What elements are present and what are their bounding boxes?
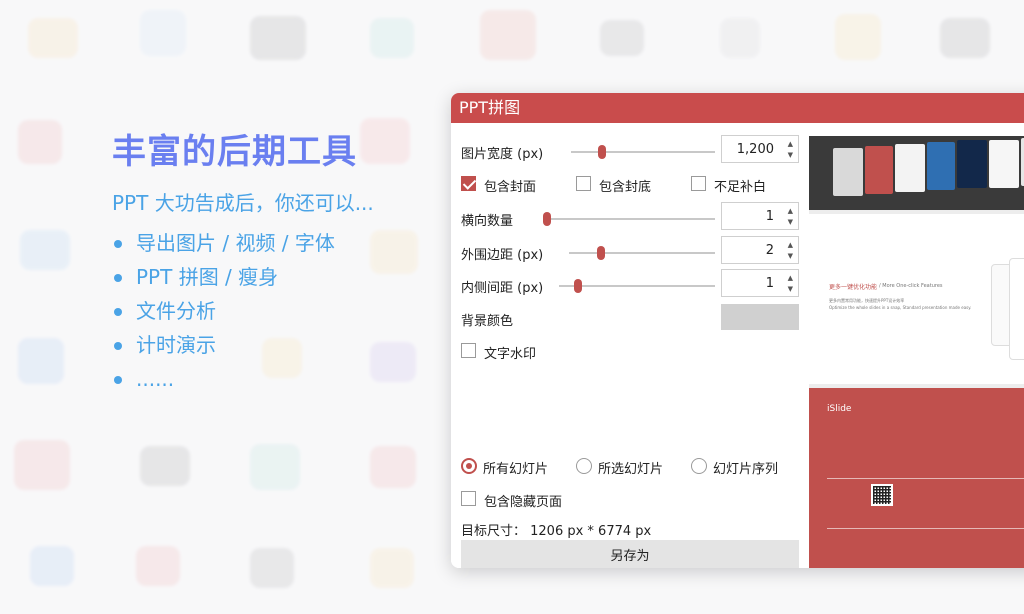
preview-content-slide: 更多一键优化功能 / More One-click Features 更多内置常… (809, 214, 1024, 384)
spin-down-icon[interactable]: ▼ (788, 218, 793, 226)
include-hidden-checkbox[interactable] (461, 491, 476, 506)
preview-heading-en: / More One-click Features (879, 283, 943, 289)
target-size-text: 目标尺寸： 1206 px * 6774 px (461, 524, 652, 539)
promo-item: 导出图片 / 视频 / 字体 (112, 226, 374, 260)
promo-subtitle: PPT 大功告成后，你还可以... (112, 191, 374, 215)
horizontal-count-row: 横向数量 1 ▲ ▼ (461, 202, 801, 232)
promo-item: ...... (112, 362, 374, 396)
qr-code-icon (871, 484, 893, 506)
pad-blank-label: 不足补白 (714, 180, 767, 195)
outer-margin-row: 外围边距 (px) 2 ▲ ▼ (461, 236, 801, 266)
promo-item: PPT 拼图 / 瘦身 (112, 260, 374, 294)
text-watermark-label: 文字水印 (484, 347, 537, 362)
image-width-value: 1,200 (736, 142, 774, 157)
inner-spacing-value: 1 (765, 276, 774, 291)
outer-margin-value: 2 (765, 243, 774, 258)
image-width-label: 图片宽度 (px) (461, 147, 544, 162)
save-as-button[interactable]: 另存为 (461, 540, 799, 568)
inner-spacing-spinbox[interactable]: 1 ▲ ▼ (721, 269, 799, 297)
slider-thumb[interactable] (597, 246, 605, 260)
pad-blank-checkbox[interactable] (691, 176, 706, 191)
preview-body-cn: 更多内置常用功能，快速提升PPT设计效率 (829, 298, 905, 303)
text-watermark-checkbox[interactable] (461, 343, 476, 358)
slider-thumb[interactable] (574, 279, 582, 293)
selected-slides-label: 所选幻灯片 (598, 462, 664, 477)
outer-margin-label: 外围边距 (px) (461, 248, 544, 263)
inner-spacing-row: 内侧间距 (px) 1 ▲ ▼ (461, 269, 801, 299)
spin-down-icon[interactable]: ▼ (788, 252, 793, 260)
puzzle-preview: 更多一键优化功能 / More One-click Features 更多内置常… (809, 136, 1024, 568)
all-slides-label: 所有幻灯片 (483, 462, 549, 477)
image-width-spinbox[interactable]: 1,200 ▲ ▼ (721, 135, 799, 163)
horizontal-count-label: 横向数量 (461, 214, 514, 229)
promo-item: 文件分析 (112, 294, 374, 328)
selected-slides-radio[interactable] (576, 458, 592, 474)
preview-cover-slide (809, 136, 1024, 210)
horizontal-count-spinbox[interactable]: 1 ▲ ▼ (721, 202, 799, 230)
spin-down-icon[interactable]: ▼ (788, 285, 793, 293)
window-title: PPT拼图 (451, 93, 1024, 123)
slider-thumb[interactable] (598, 145, 606, 159)
outer-margin-spinbox[interactable]: 2 ▲ ▼ (721, 236, 799, 264)
spin-up-icon[interactable]: ▲ (788, 274, 793, 282)
watermark-row: 文字水印 (461, 340, 801, 366)
slide-sequence-label: 幻灯片序列 (713, 462, 779, 477)
target-size-row: 目标尺寸： 1206 px * 6774 px (461, 516, 801, 542)
cover-options-row: 包含封面 包含封底 不足补白 (461, 173, 801, 199)
slide-scope-row: 所有幻灯片 所选幻灯片 幻灯片序列 (461, 455, 801, 481)
include-cover-checkbox[interactable] (461, 176, 476, 191)
spin-down-icon[interactable]: ▼ (788, 151, 793, 159)
preview-heading: 更多一键优化功能 (829, 284, 878, 291)
background-color-row: 背景颜色 (461, 304, 801, 332)
inner-spacing-label: 内侧间距 (px) (461, 281, 544, 296)
promo-title: 丰富的后期工具 (112, 132, 357, 172)
ppt-puzzle-window: PPT拼图 图片宽度 (px) 1,200 ▲ ▼ 包含封面 包含封底 不足补白… (451, 93, 1024, 568)
slide-sequence-radio[interactable] (691, 458, 707, 474)
include-back-label: 包含封底 (599, 180, 652, 195)
include-back-checkbox[interactable] (576, 176, 591, 191)
image-width-row: 图片宽度 (px) 1,200 ▲ ▼ (461, 135, 801, 165)
spin-up-icon[interactable]: ▲ (788, 241, 793, 249)
preview-back-slide: iSlide (809, 388, 1024, 568)
promo-feature-list: 导出图片 / 视频 / 字体 PPT 拼图 / 瘦身 文件分析 计时演示 ...… (112, 226, 374, 396)
spin-up-icon[interactable]: ▲ (788, 207, 793, 215)
horizontal-count-slider[interactable] (543, 212, 715, 226)
include-cover-label: 包含封面 (484, 180, 537, 195)
outer-margin-slider[interactable] (569, 246, 715, 260)
settings-panel: 图片宽度 (px) 1,200 ▲ ▼ 包含封面 包含封底 不足补白 横向数量 (451, 123, 807, 568)
background-color-swatch[interactable] (721, 304, 799, 330)
image-width-slider[interactable] (571, 145, 715, 159)
horizontal-count-value: 1 (765, 209, 774, 224)
include-hidden-row: 包含隐藏页面 (461, 488, 801, 514)
slider-thumb[interactable] (543, 212, 551, 226)
preview-brand: iSlide (827, 404, 852, 414)
promo-item: 计时演示 (112, 328, 374, 362)
spin-up-icon[interactable]: ▲ (788, 140, 793, 148)
all-slides-radio[interactable] (461, 458, 477, 474)
promo-section: 丰富的后期工具 PPT 大功告成后，你还可以... 导出图片 / 视频 / 字体… (112, 124, 374, 396)
background-color-label: 背景颜色 (461, 314, 514, 329)
inner-spacing-slider[interactable] (559, 279, 715, 293)
preview-body-en: Optimize the whole slides in a snap, Sta… (829, 305, 972, 310)
include-hidden-label: 包含隐藏页面 (484, 495, 563, 510)
